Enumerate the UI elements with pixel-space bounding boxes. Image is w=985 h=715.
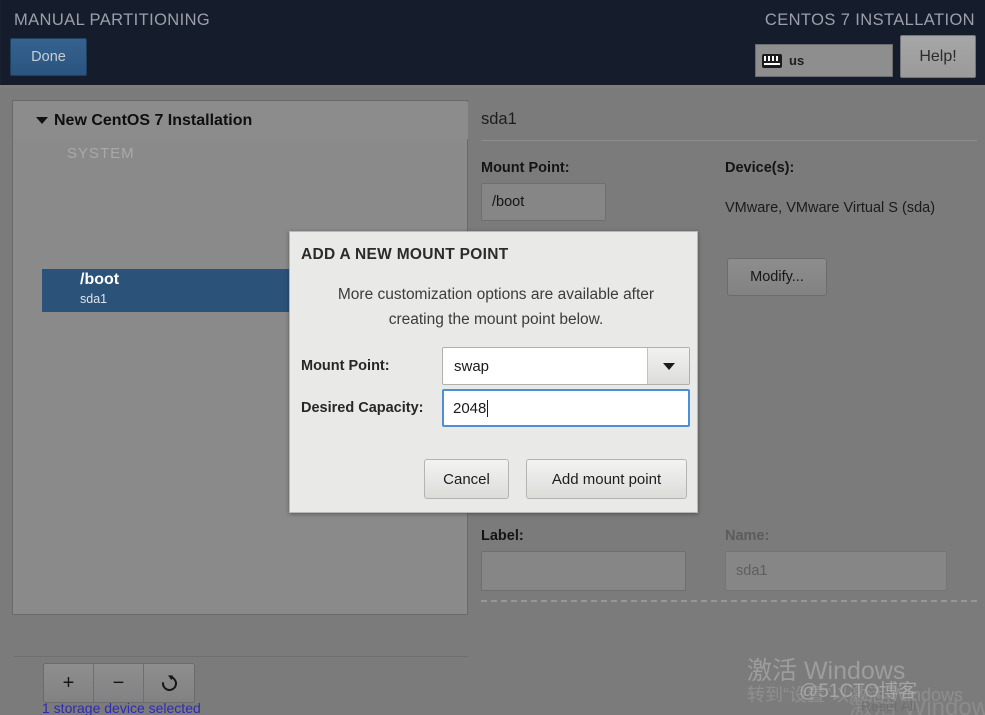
text-caret [487, 399, 489, 417]
partition-device-name: sda1 [80, 292, 108, 306]
dialog-cancel-button[interactable]: Cancel [424, 459, 509, 499]
label-field-label: Label: [481, 528, 524, 544]
label-field[interactable] [481, 551, 686, 591]
mount-point-field[interactable]: /boot [481, 183, 606, 221]
name-field-value: sda1 [736, 563, 768, 579]
dialog-capacity-label: Desired Capacity: [301, 400, 424, 416]
add-partition-label: + [62, 671, 75, 694]
add-mount-point-dialog: ADD A NEW MOUNT POINT More customization… [289, 231, 698, 513]
panel-divider [14, 656, 468, 657]
header-divider [0, 85, 985, 88]
dialog-mount-point-combobox[interactable]: swap [442, 347, 690, 385]
details-divider-top [481, 140, 977, 141]
keyboard-layout-label: us [789, 53, 805, 68]
devices-label: Device(s): [725, 160, 795, 176]
window-header: MANUAL PARTITIONING CENTOS 7 INSTALLATIO… [0, 0, 985, 88]
mount-point-label: Mount Point: [481, 160, 570, 176]
refresh-icon [158, 672, 180, 694]
details-title: sda1 [481, 110, 517, 128]
dialog-mount-point-label: Mount Point: [301, 358, 390, 374]
done-button-label: Done [31, 49, 66, 65]
remove-partition-label: − [112, 671, 125, 694]
page-title: MANUAL PARTITIONING [14, 11, 211, 29]
name-field-label: Name: [725, 528, 770, 544]
partition-group-label: New CentOS 7 Installation [54, 111, 253, 129]
installer-window: MANUAL PARTITIONING CENTOS 7 INSTALLATIO… [0, 0, 985, 715]
modify-devices-label: Modify... [750, 269, 804, 285]
chevron-down-icon [662, 362, 675, 370]
help-button[interactable]: Help! [900, 35, 976, 78]
keyboard-layout-selector[interactable]: us [755, 44, 893, 77]
dialog-mount-point-value: swap [454, 357, 490, 375]
dialog-mount-point-dropdown-button[interactable] [647, 348, 689, 384]
dialog-add-mount-point-button[interactable]: Add mount point [526, 459, 687, 499]
partition-toolbar: + − [43, 663, 195, 703]
partition-subgroup-label: SYSTEM [67, 145, 135, 162]
dialog-capacity-value: 2048 [453, 399, 487, 417]
name-field[interactable]: sda1 [725, 551, 947, 591]
modify-devices-button[interactable]: Modify... [727, 258, 827, 296]
keyboard-icon [762, 53, 782, 68]
devices-value: VMware, VMware Virtual S (sda) [725, 200, 936, 216]
add-partition-button[interactable]: + [44, 664, 94, 702]
dialog-cancel-label: Cancel [443, 470, 490, 488]
details-divider-bottom [481, 600, 977, 602]
done-button[interactable]: Done [10, 38, 87, 76]
dialog-title: ADD A NEW MOUNT POINT [301, 246, 509, 263]
chevron-down-icon [36, 117, 48, 124]
partition-group-header[interactable]: New CentOS 7 Installation [14, 102, 468, 139]
refresh-partitions-button[interactable] [144, 664, 194, 702]
storage-device-link[interactable]: 1 storage device selected [42, 700, 201, 715]
dialog-add-label: Add mount point [551, 470, 662, 488]
help-button-label: Help! [919, 47, 957, 65]
partition-mount-point: /boot [80, 271, 120, 288]
mount-point-value: /boot [492, 194, 525, 210]
dialog-capacity-input[interactable]: 2048 [442, 389, 690, 427]
remove-partition-button[interactable]: − [94, 664, 144, 702]
dialog-description: More customization options are available… [337, 286, 655, 328]
product-title: CENTOS 7 INSTALLATION [764, 11, 975, 29]
